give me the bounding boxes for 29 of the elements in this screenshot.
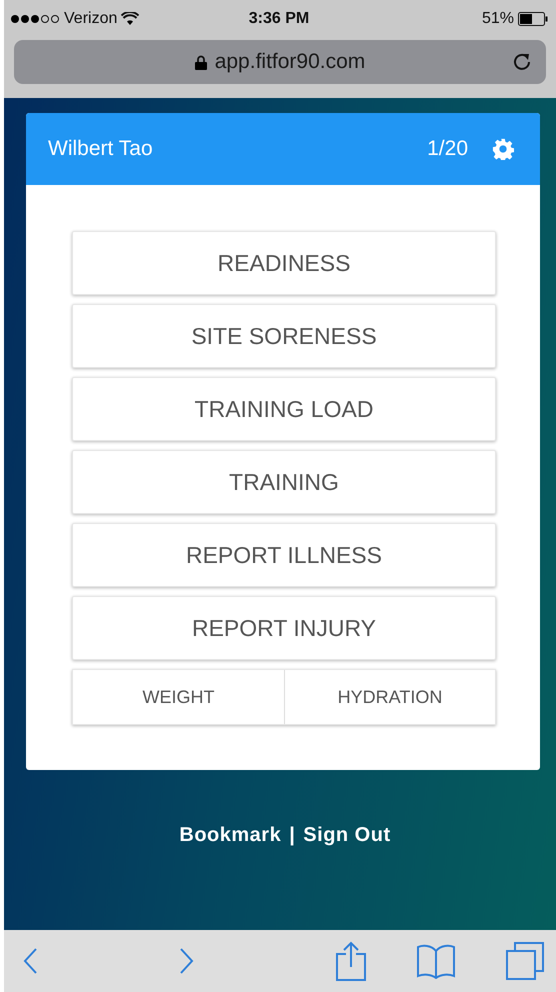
clock-time: 3:36 PM <box>248 9 310 29</box>
battery-icon <box>518 12 548 26</box>
wifi-icon <box>121 12 140 26</box>
carrier-name: Verizon <box>64 9 118 29</box>
battery-percent: 51% <box>482 9 514 29</box>
reload-icon[interactable] <box>512 52 532 72</box>
user-name: Wilbert Tao <box>48 136 154 162</box>
tabs-icon[interactable] <box>506 942 544 980</box>
signal-icon <box>10 14 60 24</box>
share-icon[interactable] <box>336 941 366 981</box>
footer-link[interactable]: Sign Out <box>303 820 391 850</box>
address-bar[interactable]: app.fitfor90.com <box>14 40 546 84</box>
lock-icon <box>194 54 207 70</box>
menu-button[interactable]: HYDRATION <box>284 670 495 724</box>
menu-button[interactable]: REPORT ILLNESS <box>72 523 496 587</box>
menu-button[interactable]: REPORT INJURY <box>72 596 496 660</box>
page-counter: 1/20 <box>427 136 468 162</box>
back-icon[interactable] <box>22 947 38 975</box>
forward-icon[interactable] <box>179 947 195 975</box>
menu-button[interactable]: SITE SORENESS <box>72 304 496 368</box>
menu-button[interactable]: TRAINING LOAD <box>72 377 496 441</box>
settings-icon[interactable] <box>492 138 514 160</box>
menu-button[interactable]: WEIGHT <box>73 670 284 724</box>
link-separator: | <box>289 823 296 848</box>
url-text: app.fitfor90.com <box>214 49 366 76</box>
menu-button[interactable]: READINESS <box>72 231 496 295</box>
menu-button[interactable]: TRAINING <box>72 450 496 514</box>
bookmarks-icon[interactable] <box>417 943 455 979</box>
footer-link[interactable]: Bookmark <box>179 820 282 850</box>
